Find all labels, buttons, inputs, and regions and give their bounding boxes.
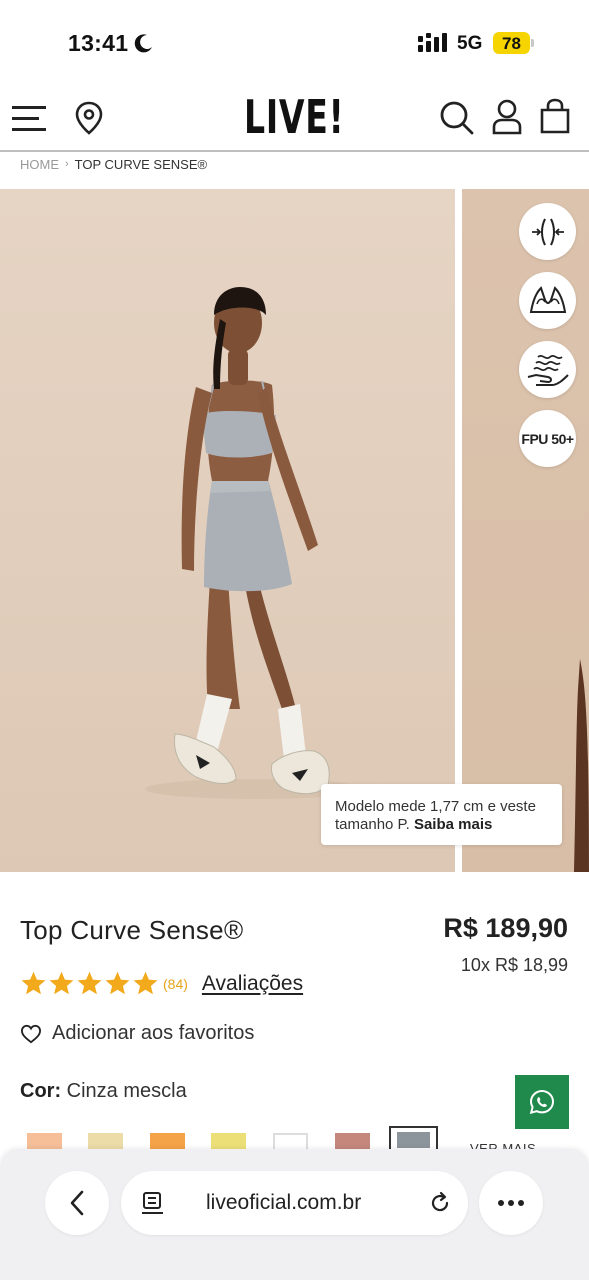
site-header: LIVE! [0,84,589,152]
star-icon [49,971,74,995]
location-pin-icon[interactable] [74,101,104,135]
star-icon [21,971,46,995]
search-icon[interactable] [439,100,475,136]
url-text: liveoficial.com.br [206,1191,362,1214]
whatsapp-button[interactable] [515,1075,569,1129]
status-time: 13:41 [68,30,129,56]
selected-swatch-fill [397,1132,430,1148]
network-label: 5G [457,33,483,54]
feature-breathable[interactable] [519,341,576,398]
installments: 10x R$ 18,99 [460,955,568,975]
browser-toolbar: liveoficial.com.br [0,1149,589,1280]
whatsapp-icon [529,1089,555,1114]
signal-icon [418,33,447,52]
uv-protection-label: FPU 50+ [521,430,574,447]
chevron-left-icon [70,1190,84,1216]
battery-level: 78 [502,34,521,53]
color-selection: Cor: Cinza mescla [20,1080,187,1103]
heart-icon [20,1024,42,1043]
breadcrumb: HOME › TOP CURVE SENSE® [20,153,207,175]
bra-support-icon [529,285,566,313]
more-dots-icon [498,1200,524,1206]
model-note-link[interactable]: Saiba mais [414,816,492,833]
more-options-button[interactable] [479,1171,543,1235]
breadcrumb-current: TOP CURVE SENSE® [74,156,208,172]
account-icon[interactable] [492,99,522,135]
feature-compression[interactable] [519,203,576,260]
color-value: Cinza mescla [66,1080,187,1102]
reload-icon[interactable] [428,1191,452,1215]
breadcrumb-separator: › [65,158,69,170]
product-rating: (84) Avaliações [20,970,303,997]
site-logo[interactable]: LIVE! [244,90,344,144]
star-icon [133,971,158,995]
product-price: R$ 189,90 [443,913,568,943]
product-title: Top Curve Sense® [20,915,244,945]
add-to-favorites[interactable]: Adicionar aos favoritos [20,1022,254,1045]
address-bar[interactable]: liveoficial.com.br [121,1171,468,1235]
battery-cap [531,39,534,47]
color-label: Cor: [20,1080,62,1102]
model-size-note: Modelo mede 1,77 cm e veste tamanho P. S… [321,784,562,845]
favorites-label: Adicionar aos favoritos [52,1022,255,1044]
compression-icon [531,218,564,245]
review-count: (84) [163,975,188,992]
product-photo-main[interactable] [0,189,455,872]
feature-uv-protection[interactable]: FPU 50+ [519,410,576,467]
menu-icon[interactable] [12,104,48,132]
back-button[interactable] [45,1171,109,1235]
reviews-link[interactable]: Avaliações [202,972,303,996]
moon-icon [134,34,152,53]
breadcrumb-home[interactable]: HOME [20,157,59,172]
shopping-bag-icon[interactable] [539,98,571,134]
hand-breathable-icon [527,354,569,386]
product-gallery[interactable]: FPU 50+ Modelo mede 1,77 cm e veste tama… [0,189,589,872]
reader-mode-icon[interactable] [141,1191,165,1217]
feature-support[interactable] [519,272,576,329]
star-icon [77,971,102,995]
star-icon [105,971,130,995]
model-figure [145,287,365,799]
status-bar: 13:41 5G 78 [0,0,589,84]
battery-indicator: 78 [493,32,535,54]
